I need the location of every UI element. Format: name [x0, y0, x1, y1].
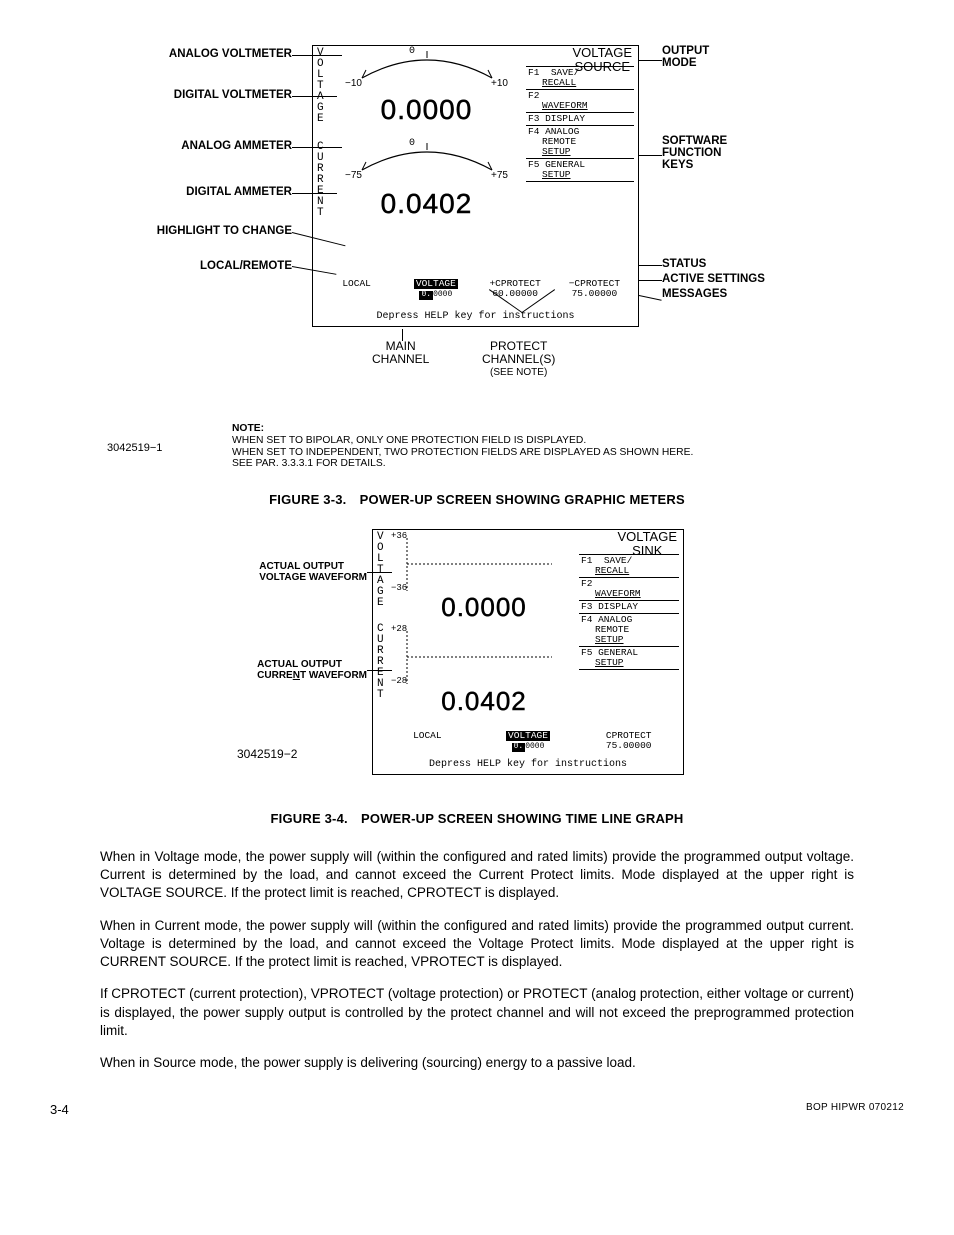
label-messages: MESSAGES: [662, 288, 727, 300]
fkey2-f2[interactable]: F2WAVEFORM: [579, 577, 679, 600]
fkey-f5[interactable]: F5 GENERALSETUP: [526, 158, 634, 182]
lcd-screen-2: VOLTAGESINK VOLTAGE CURRENT +36 −36 0.00…: [372, 529, 684, 775]
figure-note: NOTE: WHEN SET TO BIPOLAR, ONLY ONE PROT…: [232, 423, 752, 470]
figure-3-4-caption: FIGURE 3-4. POWER-UP SCREEN SHOWING TIME…: [50, 811, 904, 826]
fkey-f1[interactable]: F1 SAVE/RECALL: [526, 66, 634, 89]
help-message: Depress HELP key for instructions: [313, 311, 638, 322]
fkey2-f5[interactable]: F5 GENERALSETUP: [579, 646, 679, 670]
figure-3-4: ACTUAL OUTPUTVOLTAGE WAVEFORM ACTUAL OUT…: [197, 529, 757, 789]
status-row-2: LOCAL VOLTAGE 0.0000 CPROTECT75.00000: [377, 731, 679, 752]
callout-main-channel: MAINCHANNEL: [372, 340, 429, 365]
status-local: LOCAL: [317, 279, 396, 300]
paragraph-source-mode: When in Source mode, the power supply is…: [100, 1054, 854, 1072]
label-status: STATUS: [662, 258, 706, 270]
label-output-mode: OUTPUTMODE: [662, 45, 709, 69]
analog-ammeter: 0 −75+75: [339, 142, 514, 170]
status-main-channel-2[interactable]: VOLTAGE 0.0000: [478, 731, 579, 752]
paragraph-protect: If CPROTECT (current protection), VPROTE…: [100, 985, 854, 1040]
status-cprotect-2: CPROTECT75.00000: [578, 731, 679, 752]
paragraph-voltage-mode: When in Voltage mode, the power supply w…: [100, 848, 854, 903]
paragraph-current-mode: When in Current mode, the power supply w…: [100, 917, 854, 972]
voltage-waveform-area: +36 −36: [397, 533, 557, 595]
page-footer: 3-4 BOP HIPWR 070212: [50, 1102, 904, 1117]
label-analog-voltmeter: ANALOG VOLTMETER: [169, 48, 292, 60]
fkey2-f3[interactable]: F3 DISPLAY: [579, 600, 679, 613]
label-voltage-waveform: ACTUAL OUTPUTVOLTAGE WAVEFORM: [259, 561, 367, 583]
fkey-f3[interactable]: F3 DISPLAY: [526, 112, 634, 125]
vlabel-voltage: VOLTAGE: [317, 48, 324, 125]
figure-3-3: ANALOG VOLTMETER DIGITAL VOLTMETER ANALO…: [87, 40, 867, 470]
digital-voltmeter-2: 0.0000: [399, 592, 569, 623]
status-local-2: LOCAL: [377, 731, 478, 752]
vlabel-voltage-2: VOLTAGE: [377, 532, 384, 609]
digital-ammeter-2: 0.0402: [399, 686, 569, 717]
fkey-f2[interactable]: F2WAVEFORM: [526, 89, 634, 112]
label-digital-voltmeter: DIGITAL VOLTMETER: [174, 89, 292, 101]
digital-voltmeter: 0.0000: [339, 94, 514, 126]
label-highlight-to-change: HIGHLIGHT TO CHANGE: [157, 225, 292, 237]
label-active-settings: ACTIVE SETTINGS: [662, 273, 765, 285]
fkey2-f4[interactable]: F4 ANALOGREMOTESETUP: [579, 613, 679, 646]
label-software-function-keys: SOFTWAREFUNCTIONKEYS: [662, 135, 727, 171]
fkey-f4[interactable]: F4 ANALOGREMOTESETUP: [526, 125, 634, 158]
vlabel-current: CURRENT: [317, 142, 324, 219]
analog-voltmeter: 0 −10+10: [339, 50, 514, 78]
digital-ammeter: 0.0402: [339, 188, 514, 220]
label-digital-ammeter: DIGITAL AMMETER: [186, 186, 292, 198]
status-cprotect-pos: +CPROTECT60.00000: [476, 279, 555, 300]
status-main-channel[interactable]: VOLTAGE 0.0000: [396, 279, 475, 300]
fkey2-f1[interactable]: F1 SAVE/RECALL: [579, 554, 679, 577]
current-waveform-area: +28 −28: [397, 626, 557, 688]
callout-protect-channels: PROTECTCHANNEL(S)(SEE NOTE): [482, 340, 555, 379]
doc-id: BOP HIPWR 070212: [806, 1102, 904, 1117]
label-analog-ammeter: ANALOG AMMETER: [181, 140, 292, 152]
help-message-2: Depress HELP key for instructions: [373, 759, 683, 770]
drawing-number-1: 3042519−1: [107, 442, 162, 454]
lcd-screen: VOLTAGESOURCE VOLTAGE CURRENT 0 −10+10 0…: [312, 45, 639, 327]
function-keys-2: F1 SAVE/RECALL F2WAVEFORM F3 DISPLAY F4 …: [579, 554, 679, 670]
label-local-remote: LOCAL/REMOTE: [200, 260, 292, 272]
drawing-number-2: 3042519−2: [237, 747, 297, 761]
status-cprotect-neg: −CPROTECT75.00000: [555, 279, 634, 300]
page-number: 3-4: [50, 1102, 69, 1117]
status-row: LOCAL VOLTAGE 0.0000 +CPROTECT60.00000 −…: [317, 279, 634, 300]
vlabel-current-2: CURRENT: [377, 624, 384, 701]
function-keys: F1 SAVE/RECALL F2WAVEFORM F3 DISPLAY F4 …: [526, 66, 634, 182]
figure-3-3-caption: FIGURE 3-3. POWER-UP SCREEN SHOWING GRAP…: [50, 492, 904, 507]
label-current-waveform: ACTUAL OUTPUTCURRENT WAVEFORM: [257, 659, 367, 681]
